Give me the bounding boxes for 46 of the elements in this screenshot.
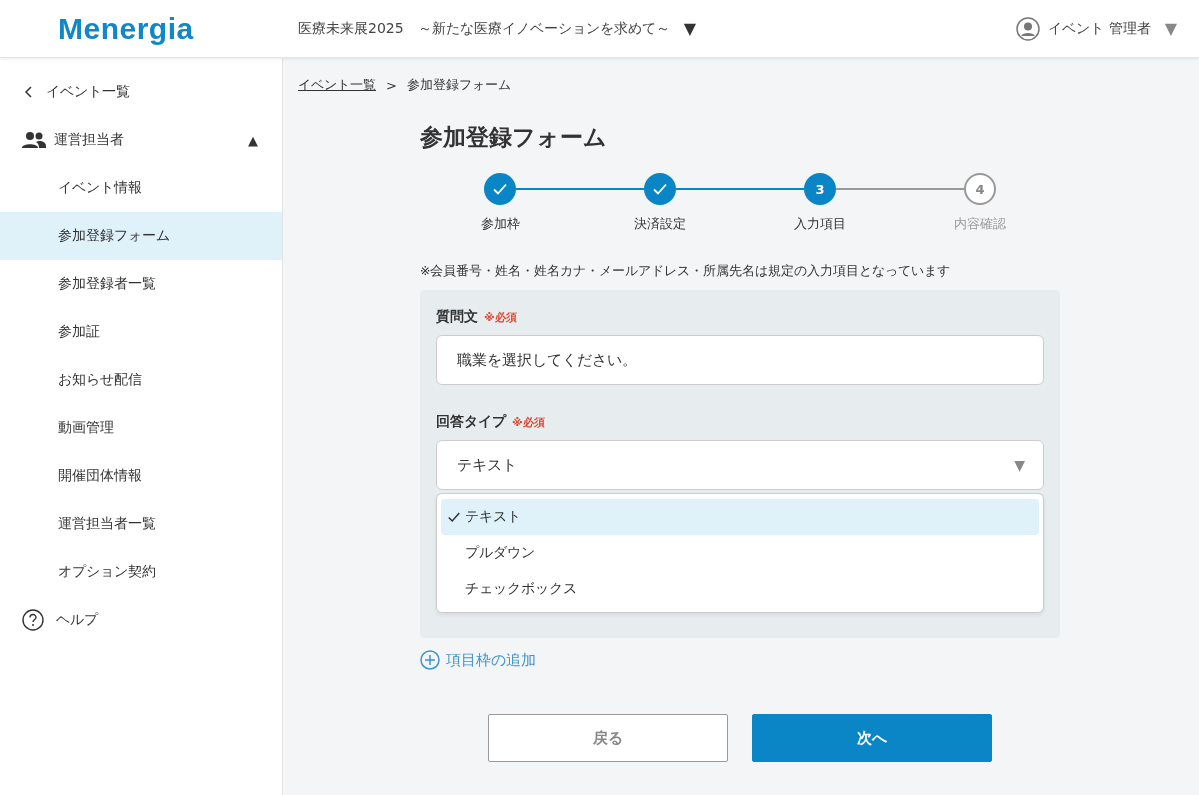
page-title: 参加登録フォーム (420, 123, 608, 152)
event-title: 医療未来展2025 ～新たな医療イノベーションを求めて～ (297, 19, 670, 38)
sidebar-item[interactable]: お知らせ配信 (0, 356, 282, 404)
caret-icon[interactable]: ▼ (1164, 19, 1177, 38)
breadcrumb-current: 参加登録フォーム (406, 76, 511, 94)
step-label: 入力項目 (794, 215, 846, 233)
back-link[interactable]: イベント一覧 (0, 68, 282, 116)
sidebar-section[interactable]: 運営担当者 ▲ (0, 116, 282, 164)
step-circle: 4 (964, 173, 996, 205)
step-circle: 3 (804, 173, 836, 205)
step-label: 参加枠 (480, 215, 520, 233)
field-label: 質問文 (436, 308, 478, 326)
logo: Menergia (57, 11, 195, 46)
note-text: ※会員番号・姓名・姓名カナ・メールアドレス・所属先名は規定の入力項目となっています (420, 263, 952, 280)
sidebar-item[interactable]: 参加登録フォーム (0, 212, 282, 260)
sidebar-item[interactable]: 動画管理 (0, 404, 282, 452)
breadcrumb-separator: > (386, 77, 397, 93)
sidebar-item[interactable]: 参加証 (0, 308, 282, 356)
step-label: 決済設定 (634, 215, 686, 233)
dropdown-option[interactable]: プルダウン (441, 535, 1039, 571)
check-icon (447, 510, 461, 524)
dropdown-option[interactable]: チェックボックス (441, 571, 1039, 607)
next-button[interactable]: 次へ (752, 714, 992, 762)
required-mark: ※必須 (512, 415, 545, 430)
step-label: 内容確認 (954, 215, 1006, 233)
question-input[interactable]: 職業を選択してください。 (436, 335, 1044, 385)
caret-icon[interactable]: ▼ (683, 19, 696, 38)
plus-circle-icon (420, 650, 440, 670)
chevron-left-icon (24, 86, 34, 98)
answer-type-select[interactable]: テキスト ▼ (436, 440, 1044, 490)
required-mark: ※必須 (484, 310, 517, 325)
people-icon (22, 131, 46, 149)
sidebar-item[interactable]: オプション契約 (0, 548, 282, 596)
sidebar-item[interactable]: イベント情報 (0, 164, 282, 212)
field-label: 回答タイプ (436, 413, 506, 431)
caret-icon[interactable]: ▲ (248, 132, 258, 148)
help-link[interactable]: ヘルプ (0, 596, 282, 644)
back-button[interactable]: 戻る (488, 714, 728, 762)
sidebar-item[interactable]: 参加登録者一覧 (0, 260, 282, 308)
user-name[interactable]: イベント 管理者 (1048, 19, 1151, 38)
sidebar-item[interactable]: 開催団体情報 (0, 452, 282, 500)
user-icon (1016, 16, 1041, 41)
sidebar-item[interactable]: 運営担当者一覧 (0, 500, 282, 548)
breadcrumb-link[interactable]: イベント一覧 (298, 76, 376, 94)
help-icon (22, 609, 44, 631)
dropdown-option[interactable]: テキスト (441, 499, 1039, 535)
